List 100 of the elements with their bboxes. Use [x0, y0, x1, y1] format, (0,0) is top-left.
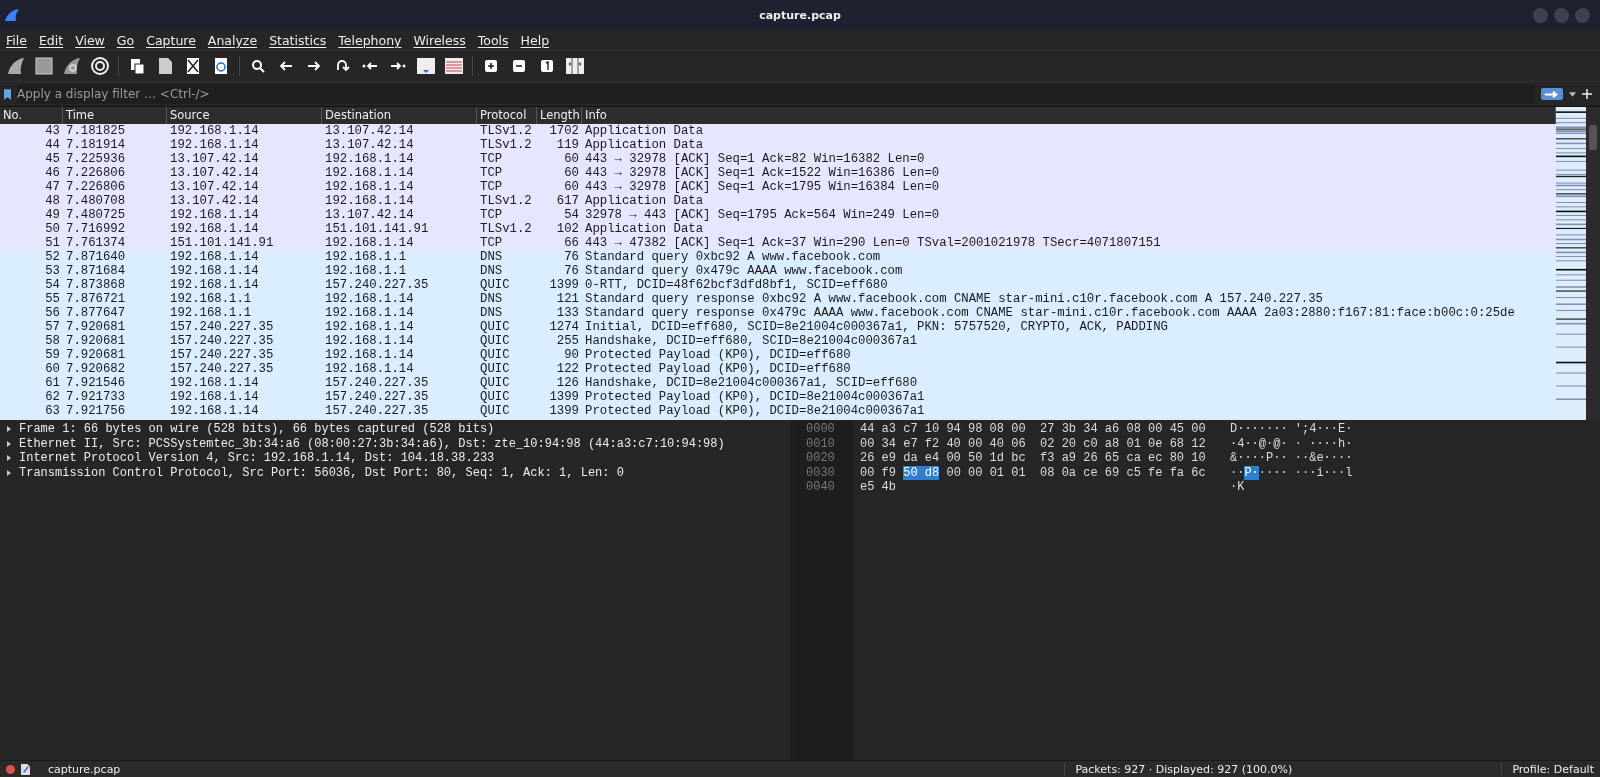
table-cell-text: 60 — [44, 362, 61, 376]
ascii-text[interactable]: ·· — [1230, 465, 1245, 480]
table-cell-text: 54 — [563, 208, 580, 222]
edit-comment-icon[interactable] — [21, 763, 30, 775]
table-cell-text: 443 → 32978 [ACK] Seq=1 Ack=1522 Win=16386 Len=0 — [584, 166, 941, 180]
table-cell-text: 192.168.1.1 — [324, 264, 408, 278]
stop-square-icon[interactable] — [32, 54, 56, 78]
table-cell-text: 13.107.42.14 — [169, 166, 260, 180]
packet-row[interactable]: 52 7.871640 192.168.1.14 192.168.1.1 DNS 76 Standard query 0xbc92 A www.facebook.com — [0, 250, 1556, 264]
hex-bytes[interactable]: e5 4b — [860, 480, 896, 495]
scrollbar[interactable] — [1586, 107, 1600, 420]
table-cell-text: Application Data — [584, 138, 705, 152]
table-cell-text: 7.225936 — [65, 152, 127, 166]
table-cell-text: 7.877647 — [65, 306, 127, 320]
table-cell-text: 192.168.1.14 — [324, 320, 415, 334]
packet-row[interactable]: 61 7.921546 192.168.1.14 157.240.227.35 QUIC 126 Handshake, DCID=8e21004c000367a1, SCID=eff680 — [0, 376, 1556, 390]
table-cell-text: TCP — [479, 180, 504, 194]
table-cell-text: Standard query 0xbc92 A www.facebook.com — [584, 250, 882, 264]
table-cell-text: 121 — [555, 292, 580, 306]
hex-bytes[interactable]: 44 a3 c7 10 94 98 08 00 27 3b 34 a6 08 00 45 00 — [860, 422, 1206, 437]
packet-minimap[interactable] — [1556, 107, 1586, 420]
table-cell-text: DNS — [479, 264, 504, 278]
table-cell-text: 192.168.1.14 — [324, 166, 415, 180]
menu-item[interactable]: Capture — [140, 32, 202, 48]
tree-item[interactable]: Frame 1: 66 bytes on wire (528 bits), 66 bytes captured (528 bits) — [0, 422, 790, 437]
offset-label: 0000 — [806, 422, 836, 437]
table-cell-text: TLSv1.2 — [479, 124, 533, 138]
tree-item[interactable]: Transmission Control Protocol, Src Port: 56036, Dst Port: 80, Seq: 1, Ack: 1, Len: 0 — [0, 465, 790, 480]
profile-label[interactable]: Profile: Default — [1501, 762, 1594, 776]
table-cell-text: 32978 → 443 [ACK] Seq=1795 Ack=564 Win=249 Len=0 — [584, 208, 941, 222]
table-cell-text: 192.168.1.14 — [324, 292, 415, 306]
ascii-text[interactable]: ·K — [1230, 480, 1245, 495]
table-cell-text: 7.920681 — [65, 348, 127, 362]
hex-bytes[interactable]: 26 e9 da e4 00 50 1d bc f3 a9 26 65 ca ec 80 10 — [860, 451, 1206, 466]
packet-row[interactable]: 56 7.877647 192.168.1.1 192.168.1.14 DNS 133 Standard query response 0x479c AAAA www.facebook.com CNAME star-mini.c10r.facebook.com AAAA 2a03:2880:f167:81:face:b00c:0:25de — [0, 306, 1556, 320]
menu-item[interactable]: Analyze — [201, 32, 264, 48]
table-cell-text: 443 → 32978 [ACK] Seq=1 Ack=82 Win=16382 Len=0 — [584, 152, 926, 166]
add-filter-icon[interactable] — [1582, 89, 1592, 99]
table-cell-text: 66 — [563, 236, 580, 250]
packet-row[interactable]: 54 7.873868 192.168.1.14 157.240.227.35 QUIC 1399 0-RTT, DCID=48f62bcf3dfd8bf1, SCID=eff680 — [0, 278, 1556, 292]
ascii-text[interactable]: P· — [1244, 465, 1259, 480]
table-cell-text: TLSv1.2 — [479, 222, 533, 236]
menu-item[interactable]: Edit — [32, 32, 70, 48]
hex-bytes[interactable]: 00 f9 — [860, 465, 904, 480]
table-cell-text: 192.168.1.14 — [324, 334, 415, 348]
gear-icon[interactable] — [88, 54, 112, 78]
table-cell-text: 192.168.1.14 — [169, 250, 260, 264]
display-filter-field[interactable]: Apply a display filter … <Ctrl-/> — [17, 84, 1535, 104]
table-cell-text: 1274 — [548, 320, 580, 334]
table-cell-text: 119 — [555, 138, 580, 152]
hex-bytes[interactable]: 00 00 01 01 08 0a ce 69 c5 fe fa 6c — [939, 465, 1206, 480]
packet-row[interactable]: 60 7.920682 157.240.227.35 192.168.1.14 QUIC 122 Protected Payload (KP0), DCID=eff680 — [0, 362, 1556, 376]
packet-row[interactable]: 58 7.920681 157.240.227.35 192.168.1.14 QUIC 255 Handshake, DCID=eff680, SCID=8e21004c000367a1 — [0, 334, 1556, 348]
table-cell-text: 46 — [44, 166, 61, 180]
table-cell-text: 192.168.1.14 — [169, 278, 260, 292]
menu-item[interactable]: File — [0, 32, 33, 48]
menu-item[interactable]: Wireless — [407, 32, 472, 48]
ascii-text[interactable]: ···· ···i···l — [1258, 465, 1353, 480]
menu-item[interactable]: Telephony — [332, 32, 408, 48]
table-cell-text: 192.168.1.14 — [169, 404, 260, 418]
hex-bytes[interactable]: 50 d8 — [903, 465, 940, 480]
bookmark-icon[interactable] — [4, 88, 11, 100]
packet-row[interactable]: 53 7.871684 192.168.1.14 192.168.1.1 DNS 76 Standard query 0x479c AAAA www.facebook.com — [0, 264, 1556, 278]
tree-item[interactable]: Internet Protocol Version 4, Src: 192.168.1.14, Dst: 104.18.38.233 — [0, 451, 790, 466]
table-cell-text: 47 — [44, 180, 61, 194]
table-cell-text: 13.107.42.14 — [324, 138, 415, 152]
packet-row[interactable]: 62 7.921733 192.168.1.14 157.240.227.35 QUIC 1399 Protected Payload (KP0), DCID=8e21004c000367a1 — [0, 390, 1556, 404]
table-cell-text: 192.168.1.1 — [169, 292, 253, 306]
collapsed-arrow-icon[interactable] — [6, 440, 12, 447]
table-cell-text: 1702 — [548, 124, 580, 138]
table-cell-text: 192.168.1.14 — [324, 152, 415, 166]
menu-item[interactable]: Statistics — [263, 32, 333, 48]
table-cell-text: 60 — [563, 152, 580, 166]
table-cell-text: 76 — [563, 250, 580, 264]
collapsed-arrow-icon[interactable] — [6, 455, 12, 462]
table-cell-text: Protected Payload (KP0), DCID=8e21004c000367a1 — [584, 404, 926, 418]
ascii-text[interactable]: D······· ';4···E· — [1230, 422, 1353, 437]
apply-filter-button[interactable] — [1541, 88, 1563, 100]
table-cell-text: 192.168.1.14 — [169, 208, 260, 222]
menu-item[interactable]: Tools — [471, 32, 515, 48]
table-cell-text: 7.871640 — [65, 250, 127, 264]
table-cell-text: 13.107.42.14 — [324, 208, 415, 222]
ascii-text[interactable]: ·4··@·@· · ····h· — [1230, 436, 1353, 451]
ascii-text[interactable]: &····P·· ··&e···· — [1230, 451, 1353, 466]
packet-count: Packets: 927 · Displayed: 927 (100.0%) — [1064, 762, 1496, 776]
menu-item[interactable]: View — [69, 32, 111, 48]
table-cell-text: 7.921733 — [65, 390, 127, 404]
menu-item[interactable]: Help — [514, 32, 556, 48]
table-cell-text: QUIC — [479, 278, 511, 292]
packet-row[interactable]: 59 7.920681 157.240.227.35 192.168.1.14 QUIC 90 Protected Payload (KP0), DCID=eff680 — [0, 348, 1556, 362]
dropdown-caret-icon[interactable] — [1569, 91, 1576, 97]
menu-item[interactable]: Go — [110, 32, 141, 48]
collapsed-arrow-icon[interactable] — [6, 426, 12, 433]
table-cell-text: TLSv1.2 — [479, 138, 533, 152]
collapsed-arrow-icon[interactable] — [6, 469, 12, 476]
status-file: capture.pcap — [48, 762, 121, 776]
packet-row[interactable]: 63 7.921756 192.168.1.14 157.240.227.35 QUIC 1399 Protected Payload (KP0), DCID=8e21004c000367a1 — [0, 404, 1556, 418]
packet-row[interactable]: 57 7.920681 157.240.227.35 192.168.1.14 QUIC 1274 Initial, DCID=eff680, SCID=8e21004c000367a1, PKN: 5757520, CRYPTO, ACK, PADDING — [0, 320, 1556, 334]
hex-bytes[interactable]: 00 34 e7 f2 40 00 40 06 02 20 c0 a8 01 0e 68 12 — [860, 436, 1206, 451]
packet-row[interactable]: 55 7.876721 192.168.1.1 192.168.1.14 DNS 121 Standard query response 0xbc92 A www.facebook.com CNAME star-mini.c10r.facebook.com A 157.240.227.35 — [0, 292, 1556, 306]
